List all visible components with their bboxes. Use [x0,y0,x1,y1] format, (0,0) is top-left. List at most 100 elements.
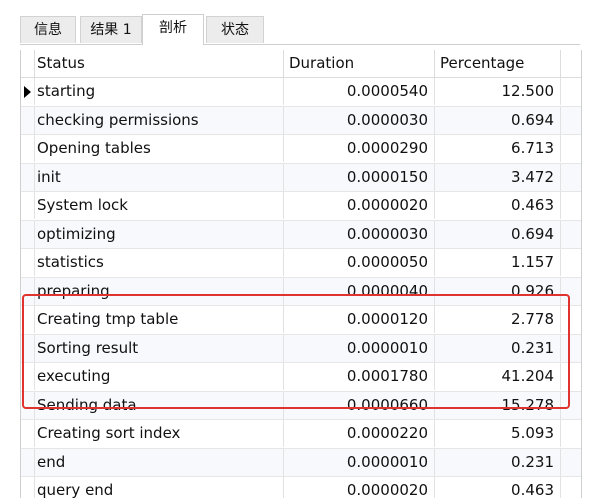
percentage-cell[interactable]: 0.926 [435,277,561,305]
status-cell[interactable]: Opening tables [35,135,284,162]
row-tail-cell [561,335,581,362]
tab-label: 状态 [221,22,249,38]
profile-grid: Status Duration Percentage starting 0.000… [20,50,582,498]
table-row[interactable]: starting 0.0000540 12.500 [21,78,581,107]
table-row[interactable]: executing 0.0001780 41.204 [21,363,581,392]
table-row[interactable]: optimizing 0.0000030 0.694 [21,220,581,249]
table-row[interactable]: Sorting result 0.0000010 0.231 [21,334,581,363]
table-row[interactable]: Creating sort index 0.0000220 5.093 [21,420,581,449]
percentage-cell[interactable]: 5.093 [435,420,561,447]
status-cell[interactable]: end [35,448,284,476]
column-header-percentage[interactable]: Percentage [435,50,561,77]
row-indicator-cell [21,448,35,476]
duration-cell[interactable]: 0.0001780 [284,363,435,390]
profile-window: 信息 结果 1 剖析 状态 Status Duration Percentage… [0,0,605,498]
table-row[interactable]: preparing 0.0000040 0.926 [21,277,581,306]
duration-cell[interactable]: 0.0000660 [284,391,435,419]
row-tail-cell [561,278,581,305]
row-indicator-cell [21,106,35,134]
status-cell[interactable]: System lock [35,192,284,219]
tab-status[interactable]: 状态 [206,16,264,43]
status-cell[interactable]: executing [35,363,284,390]
table-row[interactable]: System lock 0.0000020 0.463 [21,192,581,221]
current-row-arrow-icon [24,86,31,98]
status-cell[interactable]: checking permissions [35,106,284,134]
duration-cell[interactable]: 0.0000010 [284,334,435,362]
percentage-cell[interactable]: 0.694 [435,220,561,248]
row-tail-cell [561,392,581,419]
row-indicator-cell [21,249,35,276]
row-indicator-cell [21,391,35,419]
grid-rows: starting 0.0000540 12.500 checking permissi… [21,78,581,498]
tab-bar: 信息 结果 1 剖析 状态 [20,14,580,45]
row-indicator-cell [21,220,35,248]
percentage-cell[interactable]: 15.278 [435,391,561,419]
row-indicator-cell [21,334,35,362]
row-indicator-cell [21,363,35,390]
row-tail-cell [561,249,581,276]
duration-cell[interactable]: 0.0000030 [284,220,435,248]
duration-cell[interactable]: 0.0000020 [284,192,435,219]
tab-profile[interactable]: 剖析 [142,14,204,45]
tab-label: 信息 [34,22,62,38]
duration-cell[interactable]: 0.0000010 [284,448,435,476]
header-tail-cell [561,50,581,77]
percentage-cell[interactable]: 12.500 [435,78,561,105]
tab-label: 剖析 [159,20,187,36]
table-row[interactable]: query end 0.0000020 0.463 [21,477,581,498]
duration-cell[interactable]: 0.0000290 [284,135,435,162]
duration-cell[interactable]: 0.0000220 [284,420,435,447]
grid-header: Status Duration Percentage [21,50,581,78]
table-row[interactable]: statistics 0.0000050 1.157 [21,249,581,278]
row-tail-cell [561,78,581,105]
row-indicator-cell [21,477,35,498]
table-row[interactable]: Sending data 0.0000660 15.278 [21,391,581,420]
percentage-cell[interactable]: 0.694 [435,106,561,134]
percentage-cell[interactable]: 1.157 [435,249,561,276]
row-indicator-cell [21,420,35,447]
status-cell[interactable]: init [35,163,284,191]
header-indicator-cell [21,50,35,77]
tab-result-1[interactable]: 结果 1 [80,16,142,43]
table-row[interactable]: Opening tables 0.0000290 6.713 [21,135,581,164]
row-indicator-cell [21,306,35,333]
row-indicator-cell [21,277,35,305]
status-cell[interactable]: statistics [35,249,284,276]
percentage-cell[interactable]: 3.472 [435,163,561,191]
percentage-cell[interactable]: 0.231 [435,334,561,362]
status-cell[interactable]: Sorting result [35,334,284,362]
percentage-cell[interactable]: 0.463 [435,477,561,498]
status-cell[interactable]: optimizing [35,220,284,248]
row-indicator-cell [21,163,35,191]
table-row[interactable]: end 0.0000010 0.231 [21,448,581,477]
status-cell[interactable]: starting [35,78,284,105]
table-row[interactable]: init 0.0000150 3.472 [21,163,581,192]
status-cell[interactable]: preparing [35,277,284,305]
duration-cell[interactable]: 0.0000020 [284,477,435,498]
percentage-cell[interactable]: 2.778 [435,306,561,333]
row-tail-cell [561,449,581,476]
duration-cell[interactable]: 0.0000030 [284,106,435,134]
table-row[interactable]: checking permissions 0.0000030 0.694 [21,106,581,135]
tab-info[interactable]: 信息 [20,16,76,43]
status-cell[interactable]: Creating tmp table [35,306,284,333]
row-indicator-cell [21,192,35,219]
duration-cell[interactable]: 0.0000050 [284,249,435,276]
duration-cell[interactable]: 0.0000150 [284,163,435,191]
percentage-cell[interactable]: 0.463 [435,192,561,219]
column-header-duration[interactable]: Duration [284,50,435,77]
row-tail-cell [561,221,581,248]
duration-cell[interactable]: 0.0000540 [284,78,435,105]
row-tail-cell [561,306,581,333]
percentage-cell[interactable]: 6.713 [435,135,561,162]
column-header-status[interactable]: Status [35,50,284,77]
duration-cell[interactable]: 0.0000040 [284,277,435,305]
duration-cell[interactable]: 0.0000120 [284,306,435,333]
percentage-cell[interactable]: 41.204 [435,363,561,390]
status-cell[interactable]: query end [35,477,284,498]
status-cell[interactable]: Creating sort index [35,420,284,447]
percentage-cell[interactable]: 0.231 [435,448,561,476]
status-cell[interactable]: Sending data [35,391,284,419]
table-row[interactable]: Creating tmp table 0.0000120 2.778 [21,306,581,335]
row-indicator-cell [21,135,35,162]
